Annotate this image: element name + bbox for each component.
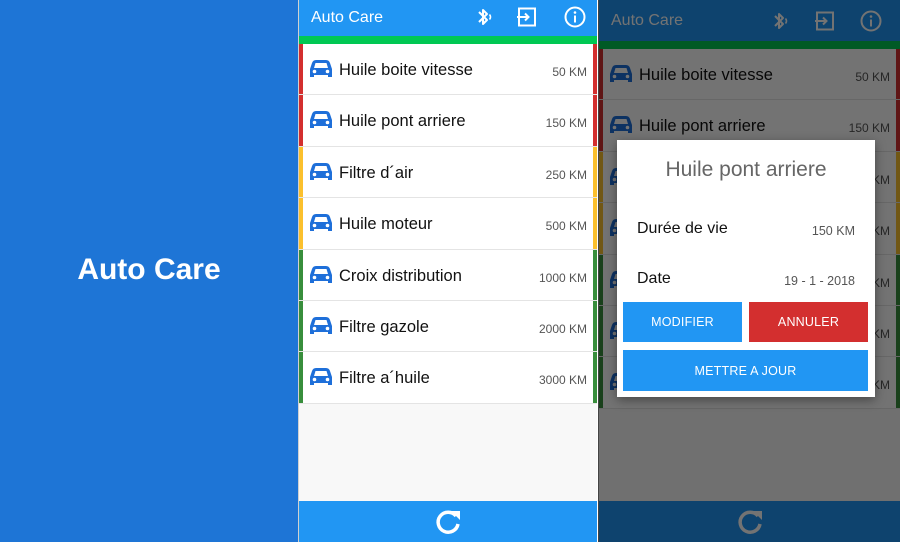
app-title: Auto Care xyxy=(311,9,384,26)
item-km: 50 KM xyxy=(552,65,587,79)
item-km: 500 KM xyxy=(545,219,587,234)
status-indicator xyxy=(593,44,597,95)
car-icon xyxy=(310,316,332,334)
status-indicator xyxy=(593,146,597,198)
status-indicator xyxy=(299,352,303,403)
list-item[interactable]: Filtre gazole 2000 KM xyxy=(299,300,597,353)
main-screen: Auto Care Huile boite vitesse 50 KM Huil… xyxy=(298,0,597,542)
item-km: 3000 KM xyxy=(538,373,587,388)
update-button[interactable]: METTRE A JOUR xyxy=(623,350,868,391)
item-km: 150 KM xyxy=(545,116,587,131)
item-dialog: Huile pont arriere Durée de vie 150 KM D… xyxy=(617,140,875,397)
dialog-title: Huile pont arriere xyxy=(665,158,827,181)
status-indicator xyxy=(299,249,303,300)
status-indicator xyxy=(299,44,303,95)
lifespan-value: 150 KM xyxy=(811,224,855,238)
app-bar: Auto Care xyxy=(299,0,597,36)
maintenance-list: Huile boite vitesse 50 KM Huile pont arr… xyxy=(299,44,597,404)
car-icon xyxy=(310,265,332,283)
list-item[interactable]: Huile pont arriere 150 KM xyxy=(299,95,597,147)
status-indicator xyxy=(593,352,597,403)
item-name: Croix distribution xyxy=(339,266,462,285)
car-icon xyxy=(310,368,332,386)
status-indicator xyxy=(593,249,597,300)
status-indicator xyxy=(593,95,597,146)
car-icon xyxy=(310,214,332,232)
date-value: 19 - 1 - 2018 xyxy=(784,274,855,288)
list-item[interactable]: Huile moteur 500 KM xyxy=(299,198,597,250)
car-icon xyxy=(310,60,332,77)
cancel-button[interactable]: ANNULER xyxy=(749,302,868,342)
item-km: 250 KM xyxy=(545,167,587,182)
status-indicator xyxy=(299,300,303,352)
item-name: Filtre a´huile xyxy=(339,369,430,388)
item-km: 1000 KM xyxy=(538,270,587,285)
status-strip xyxy=(299,36,597,44)
item-name: Huile pont arriere xyxy=(339,112,466,131)
date-label: Date xyxy=(637,270,671,287)
status-indicator xyxy=(299,198,303,249)
list-item[interactable]: Croix distribution 1000 KM xyxy=(299,249,597,301)
list-item[interactable]: Filtre a´huile 3000 KM xyxy=(299,352,597,404)
status-indicator xyxy=(593,198,597,249)
modify-button[interactable]: MODIFIER xyxy=(623,302,742,342)
info-icon[interactable] xyxy=(563,5,587,29)
dialog-screen: Auto Care Huile boite vitesse 50 KM Huil… xyxy=(598,0,900,542)
splash-screen: Auto Care xyxy=(0,0,298,542)
item-name: Huile boite vitesse xyxy=(339,61,473,79)
item-name: Filtre gazole xyxy=(339,317,429,336)
item-km: 2000 KM xyxy=(538,321,587,336)
car-icon xyxy=(310,111,332,129)
item-name: Filtre d´air xyxy=(339,163,414,182)
list-item[interactable]: Filtre d´air 250 KM xyxy=(299,146,597,199)
logout-icon[interactable] xyxy=(515,5,539,29)
splash-title: Auto Care xyxy=(77,253,221,286)
car-icon xyxy=(310,162,332,180)
list-item[interactable]: Huile boite vitesse 50 KM xyxy=(299,44,597,96)
status-indicator xyxy=(593,300,597,352)
status-indicator xyxy=(299,146,303,198)
refresh-icon[interactable] xyxy=(432,507,464,537)
item-name: Huile moteur xyxy=(339,215,433,234)
bottom-bar xyxy=(299,501,597,542)
bluetooth-icon[interactable] xyxy=(471,5,495,29)
status-indicator xyxy=(299,95,303,146)
lifespan-label: Durée de vie xyxy=(637,220,728,237)
